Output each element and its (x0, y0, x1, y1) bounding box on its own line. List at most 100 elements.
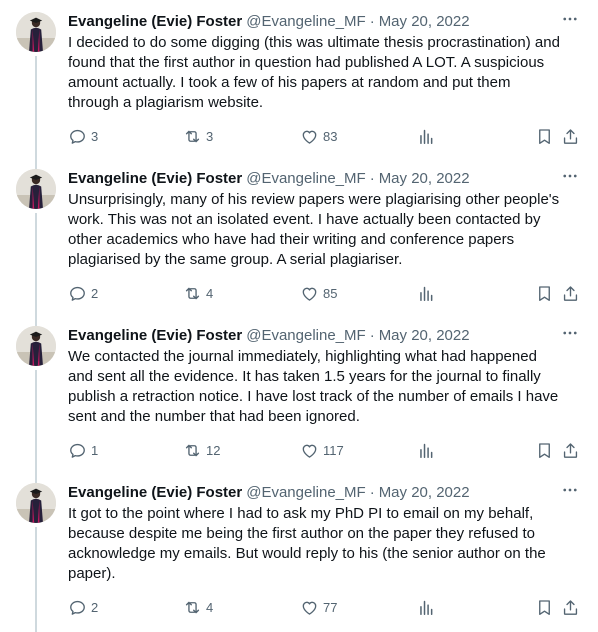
thread-line (35, 370, 37, 483)
reply-icon (68, 598, 87, 617)
author-name[interactable]: Evangeline (Evie) Foster (68, 484, 242, 501)
tweet-text: Unsurprisingly, many of his review paper… (68, 190, 582, 270)
bookmark-button[interactable] (535, 597, 554, 617)
more-horizontal-icon (561, 481, 579, 503)
like-button[interactable]: 117 (300, 440, 344, 460)
tweet-text-line: and sent all the evidence. It has taken … (68, 368, 541, 385)
bookmark-icon (535, 598, 554, 617)
tweet-actions: 2 4 77 (68, 597, 582, 617)
tweet[interactable]: Evangeline (Evie) Foster @Evangeline_MF · M… (0, 471, 598, 632)
repost-button[interactable]: 3 (183, 126, 213, 146)
tweet[interactable]: Evangeline (Evie) Foster @Evangeline_MF · M… (0, 157, 598, 326)
views-icon (417, 598, 436, 617)
heart-icon (300, 127, 319, 146)
bookmark-button[interactable] (535, 440, 554, 460)
tweet-text: I decided to do some digging (this was u… (68, 33, 582, 113)
like-button[interactable]: 85 (300, 283, 337, 303)
tweet-date[interactable]: May 20, 2022 (379, 13, 470, 30)
repost-icon (183, 441, 202, 460)
share-button[interactable] (561, 440, 580, 460)
reply-button[interactable]: 2 (68, 597, 98, 617)
views-button[interactable] (417, 126, 436, 146)
tweet-text-line: sent and the number that had been ignore… (68, 408, 360, 425)
tweet-header: Evangeline (Evie) Foster @Evangeline_MF · M… (68, 481, 582, 503)
thread-line (35, 213, 37, 326)
tweet-text-line: publish a retraction notice. I have lost… (68, 388, 559, 405)
reply-count: 2 (91, 285, 99, 301)
views-button[interactable] (417, 597, 436, 617)
bookmark-button[interactable] (535, 126, 554, 146)
author-name[interactable]: Evangeline (Evie) Foster (68, 327, 242, 344)
tweet-text-line: paper). (68, 565, 116, 582)
repost-count: 12 (206, 442, 221, 458)
tweet-text-line: Unsurprisingly, many of his review paper… (68, 191, 560, 208)
like-button[interactable]: 77 (300, 597, 337, 617)
views-button[interactable] (417, 440, 436, 460)
heart-icon (300, 284, 319, 303)
reply-icon (68, 441, 87, 460)
tweet-text-line: It got to the point where I had to ask m… (68, 505, 534, 522)
avatar[interactable] (16, 169, 56, 209)
repost-button[interactable]: 12 (183, 440, 220, 460)
tweet-text-line: amount actually. I took a few of his pap… (68, 74, 511, 91)
avatar[interactable] (16, 483, 56, 523)
tweet-text: We contacted the journal immediately, hi… (68, 347, 582, 427)
repost-icon (183, 598, 202, 617)
author-handle[interactable]: @Evangeline_MF (246, 327, 365, 344)
more-options-button[interactable] (558, 324, 582, 346)
author-handle[interactable]: @Evangeline_MF (246, 484, 365, 501)
bookmark-icon (535, 441, 554, 460)
repost-button[interactable]: 4 (183, 597, 213, 617)
separator-dot: · (369, 326, 375, 344)
more-options-button[interactable] (558, 167, 582, 189)
separator-dot: · (369, 12, 375, 30)
tweet-text-line: found that the first author in question … (68, 54, 545, 71)
tweet-date[interactable]: May 20, 2022 (379, 484, 470, 501)
tweet-text-line: I decided to do some digging (this was u… (68, 34, 560, 51)
reply-count: 1 (91, 442, 99, 458)
like-count: 83 (323, 128, 338, 144)
reply-icon (68, 127, 87, 146)
like-count: 77 (323, 599, 338, 615)
author-handle[interactable]: @Evangeline_MF (246, 13, 365, 30)
tweet-text-line: acknowledge my emails. But would reply t… (68, 545, 546, 562)
more-options-button[interactable] (558, 10, 582, 32)
tweet-date[interactable]: May 20, 2022 (379, 327, 470, 344)
like-count: 117 (323, 442, 344, 458)
share-button[interactable] (561, 283, 580, 303)
author-name[interactable]: Evangeline (Evie) Foster (68, 170, 242, 187)
tweet[interactable]: Evangeline (Evie) Foster @Evangeline_MF · M… (0, 314, 598, 483)
repost-icon (183, 284, 202, 303)
views-icon (417, 127, 436, 146)
author-handle[interactable]: @Evangeline_MF (246, 170, 365, 187)
like-count: 85 (323, 285, 338, 301)
thread-line (35, 527, 37, 632)
more-options-button[interactable] (558, 481, 582, 503)
repost-count: 4 (206, 599, 214, 615)
thread-line (35, 56, 37, 169)
repost-count: 3 (206, 128, 214, 144)
separator-dot: · (369, 169, 375, 187)
bookmark-button[interactable] (535, 283, 554, 303)
avatar[interactable] (16, 326, 56, 366)
tweet-actions: 3 3 83 (68, 126, 582, 146)
repost-count: 4 (206, 285, 214, 301)
reply-button[interactable]: 1 (68, 440, 98, 460)
avatar[interactable] (16, 12, 56, 52)
heart-icon (300, 598, 319, 617)
share-icon (561, 598, 580, 617)
views-button[interactable] (417, 283, 436, 303)
tweet-actions: 2 4 85 (68, 283, 582, 303)
tweet-date[interactable]: May 20, 2022 (379, 170, 470, 187)
repost-button[interactable]: 4 (183, 283, 213, 303)
more-horizontal-icon (561, 324, 579, 346)
more-horizontal-icon (561, 10, 579, 32)
reply-button[interactable]: 2 (68, 283, 98, 303)
share-button[interactable] (561, 597, 580, 617)
tweet[interactable]: Evangeline (Evie) Foster @Evangeline_MF · M… (0, 0, 598, 169)
like-button[interactable]: 83 (300, 126, 337, 146)
reply-icon (68, 284, 87, 303)
author-name[interactable]: Evangeline (Evie) Foster (68, 13, 242, 30)
reply-button[interactable]: 3 (68, 126, 98, 146)
share-button[interactable] (561, 126, 580, 146)
